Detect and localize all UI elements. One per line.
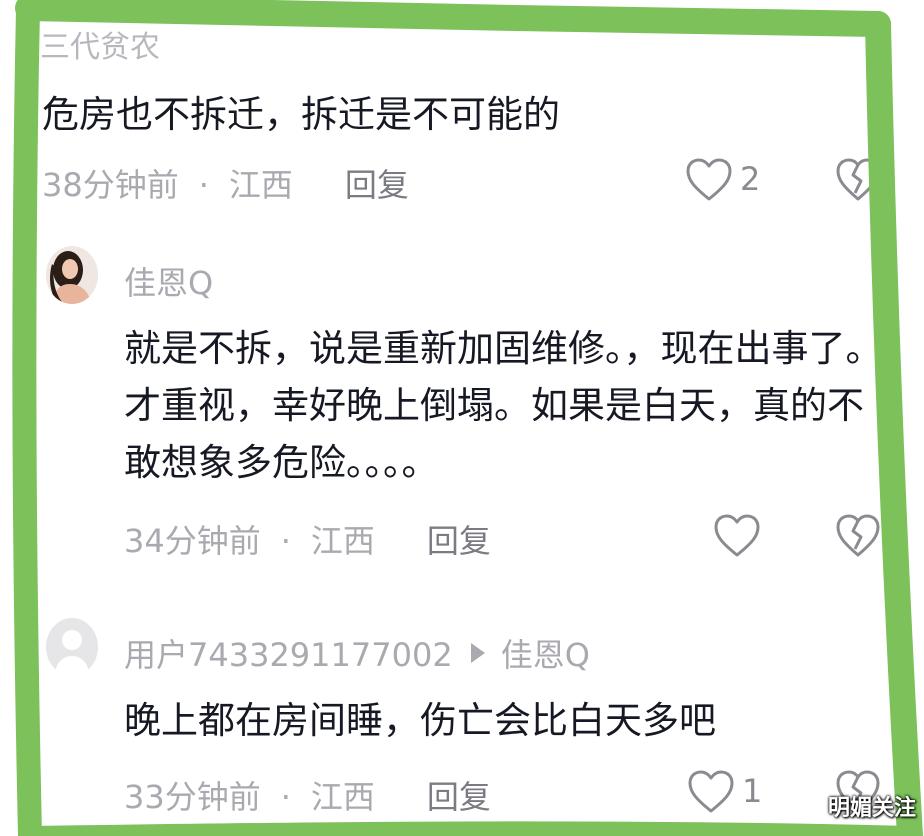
comment-meta: 38分钟前 · 江西 回复 xyxy=(42,160,409,206)
comment-meta: 33分钟前 · 江西 回复 xyxy=(124,772,491,818)
watermark: 明媚关注 xyxy=(827,796,916,821)
like-button[interactable] xyxy=(712,513,762,559)
triangle-right-icon xyxy=(470,643,485,663)
like-count: 2 xyxy=(740,160,761,198)
reply-button[interactable]: 回复 xyxy=(345,166,409,204)
broken-heart-icon xyxy=(836,158,880,201)
meta-separator: · xyxy=(198,166,209,204)
heart-outline-icon xyxy=(688,770,734,813)
like-button[interactable] xyxy=(686,769,736,815)
reply-button[interactable]: 回复 xyxy=(427,778,491,816)
comment-text: 就是不拆，说是重新加固维修。，现在出事了。才重视，幸好晚上倒塌。如果是白天，真的… xyxy=(124,327,883,484)
user-photo-avatar xyxy=(46,246,98,304)
comment-author[interactable]: 用户7433291177002 xyxy=(124,630,453,676)
comment-text: 晚上都在房间睡，伤亡会比白天多吧 xyxy=(124,699,716,742)
like-button[interactable] xyxy=(684,157,734,203)
comment-text: 危房也不拆迁，拆迁是不可能的 xyxy=(42,93,560,136)
comment-location: 江西 xyxy=(228,166,293,204)
comment-time: 33分钟前 xyxy=(124,778,261,816)
comment-time: 34分钟前 xyxy=(124,522,261,560)
dislike-button[interactable] xyxy=(834,157,882,203)
comment-meta: 34分钟前 · 江西 回复 xyxy=(124,516,491,562)
heart-outline-icon xyxy=(686,158,732,201)
reply-to-author[interactable]: 佳恩Q xyxy=(501,630,590,676)
default-avatar-icon xyxy=(46,618,98,676)
meta-separator: · xyxy=(280,778,291,816)
broken-heart-icon xyxy=(836,514,880,557)
comment-location: 江西 xyxy=(310,778,375,816)
meta-separator: · xyxy=(280,522,291,560)
comment-author[interactable]: 佳恩Q xyxy=(124,258,213,304)
comment-author-cut[interactable]: 三代贫农 xyxy=(40,22,160,66)
comment-time: 38分钟前 xyxy=(42,166,179,204)
reply-button[interactable]: 回复 xyxy=(427,522,491,560)
default-user-avatar[interactable] xyxy=(46,618,98,676)
avatar[interactable] xyxy=(46,246,98,304)
dislike-button[interactable] xyxy=(834,513,882,559)
heart-outline-icon xyxy=(714,514,760,557)
comment-author-line: 用户7433291177002 佳恩Q xyxy=(124,630,590,676)
like-count: 1 xyxy=(742,772,763,810)
comment-location: 江西 xyxy=(310,522,375,560)
